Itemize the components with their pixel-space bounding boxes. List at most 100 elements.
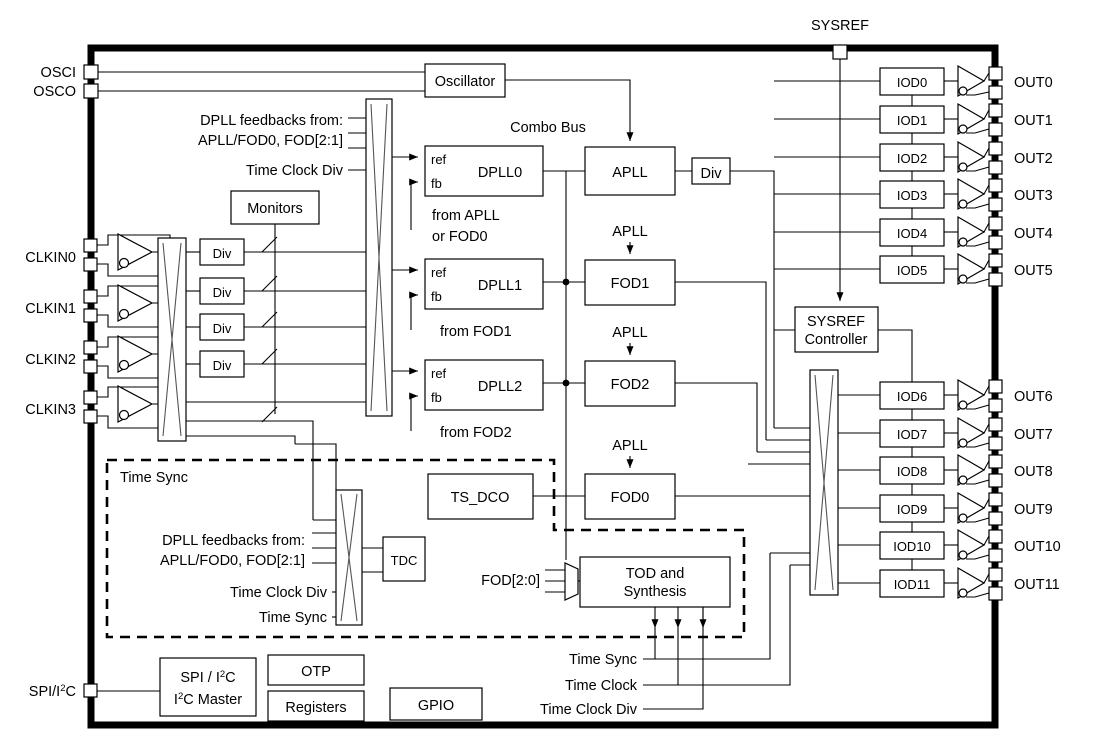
iod3-block[interactable]: IOD3 bbox=[879, 180, 945, 209]
pin-pad-out9-n[interactable] bbox=[988, 511, 1003, 526]
pin-pad-clkin2-p[interactable] bbox=[83, 340, 98, 355]
pin-pad-out9-p[interactable] bbox=[988, 492, 1003, 507]
iod2-block[interactable]: IOD2 bbox=[879, 143, 945, 172]
clkin-crossbar[interactable] bbox=[157, 237, 187, 442]
pin-label-sysref: SYSREF bbox=[811, 18, 869, 34]
output-buffer-10[interactable] bbox=[944, 528, 990, 562]
apll-block[interactable]: APLL bbox=[584, 146, 676, 196]
div-block-2[interactable]: Div bbox=[199, 313, 245, 341]
pin-pad-out4-p[interactable] bbox=[988, 216, 1003, 231]
div-block-1[interactable]: Div bbox=[199, 277, 245, 305]
apll-div-block[interactable]: Div bbox=[691, 157, 731, 185]
pin-pad-out2-n[interactable] bbox=[988, 160, 1003, 175]
output-buffer-0[interactable] bbox=[944, 64, 990, 98]
pin-pad-out8-p[interactable] bbox=[988, 454, 1003, 469]
pin-pad-out2-p[interactable] bbox=[988, 141, 1003, 156]
gpio-label: GPIO bbox=[418, 698, 454, 714]
pin-pad-out5-n[interactable] bbox=[988, 272, 1003, 287]
tod-synthesis-block[interactable]: TOD and Synthesis bbox=[579, 556, 731, 608]
pin-pad-out3-n[interactable] bbox=[988, 197, 1003, 212]
pin-pad-clkin1-n[interactable] bbox=[83, 308, 98, 323]
pin-pad-clkin0-p[interactable] bbox=[83, 238, 98, 253]
iod5-block[interactable]: IOD5 bbox=[879, 255, 945, 284]
fod0-block[interactable]: FOD0 bbox=[584, 473, 676, 520]
iod9-block[interactable]: IOD9 bbox=[879, 494, 945, 523]
ts-dco-block[interactable]: TS_DCO bbox=[427, 473, 534, 520]
div-block-0[interactable]: Div bbox=[199, 238, 245, 266]
pin-pad-out11-p[interactable] bbox=[988, 567, 1003, 582]
pin-pad-out8-n[interactable] bbox=[988, 473, 1003, 488]
iod1-block[interactable]: IOD1 bbox=[879, 105, 945, 134]
pin-pad-clkin2-n[interactable] bbox=[83, 359, 98, 374]
pin-pad-spi-i2c[interactable] bbox=[83, 683, 98, 698]
output-buffer-2[interactable] bbox=[944, 140, 990, 174]
right-pins: OUT0 OUT1 OUT2 OUT3 OUT4 OUT5 OUT6 OUT7 … bbox=[988, 66, 1061, 601]
pin-pad-osci[interactable] bbox=[83, 64, 99, 80]
pin-pad-out0-p[interactable] bbox=[988, 66, 1003, 81]
output-buffer-9[interactable] bbox=[944, 491, 990, 525]
iod4-label: IOD4 bbox=[897, 226, 927, 241]
output-crossbar[interactable] bbox=[809, 369, 839, 596]
pin-pad-out1-n[interactable] bbox=[988, 122, 1003, 137]
div-block-3[interactable]: Div bbox=[199, 350, 245, 378]
output-buffer-3[interactable] bbox=[944, 177, 990, 211]
pin-pad-out1-p[interactable] bbox=[988, 103, 1003, 118]
monitors-block[interactable]: Monitors bbox=[230, 190, 320, 225]
iod6-block[interactable]: IOD6 bbox=[879, 381, 945, 410]
tdc-block[interactable]: TDC bbox=[382, 536, 426, 582]
registers-block[interactable]: Registers bbox=[267, 690, 365, 722]
dpll0-caption-line1: from APLL bbox=[432, 208, 500, 224]
gpio-block[interactable]: GPIO bbox=[389, 687, 483, 721]
pin-label-out7: OUT7 bbox=[1014, 427, 1053, 443]
iod8-block[interactable]: IOD8 bbox=[879, 456, 945, 485]
pin-pad-out0-n[interactable] bbox=[988, 85, 1003, 100]
pin-pad-clkin3-p[interactable] bbox=[83, 390, 98, 405]
iod10-block[interactable]: IOD10 bbox=[879, 531, 945, 560]
dpll1-block[interactable]: ref fb DPLL1 bbox=[424, 258, 544, 310]
crossbar-left-inputs bbox=[330, 251, 366, 403]
pin-pad-osco[interactable] bbox=[83, 83, 99, 99]
dpll0-block[interactable]: ref fb DPLL0 bbox=[424, 145, 544, 197]
pin-pad-out7-n[interactable] bbox=[988, 436, 1003, 451]
output-buffer-5[interactable] bbox=[944, 252, 990, 286]
iod1-label: IOD1 bbox=[897, 113, 927, 128]
pin-pad-out10-p[interactable] bbox=[988, 529, 1003, 544]
oscillator-block[interactable]: Oscillator bbox=[98, 63, 506, 98]
output-buffer-1[interactable] bbox=[944, 102, 990, 136]
fod1-block[interactable]: FOD1 bbox=[584, 259, 676, 306]
pin-pad-clkin1-p[interactable] bbox=[83, 289, 98, 304]
pin-pad-out3-p[interactable] bbox=[988, 178, 1003, 193]
dpll2-block[interactable]: ref fb DPLL2 bbox=[424, 359, 544, 411]
pin-pad-clkin3-n[interactable] bbox=[83, 409, 98, 424]
fod-mux[interactable] bbox=[545, 562, 580, 601]
wire-ts-xbar-in-a bbox=[295, 443, 337, 490]
pin-pad-sysref[interactable] bbox=[832, 44, 848, 60]
pin-pad-out6-p[interactable] bbox=[988, 379, 1003, 394]
pin-label-clkin2: CLKIN2 bbox=[25, 352, 76, 368]
pin-pad-out11-n[interactable] bbox=[988, 586, 1003, 601]
spi-i2c-block[interactable]: SPI / I2C I2C Master bbox=[159, 657, 257, 717]
pin-pad-out7-p[interactable] bbox=[988, 417, 1003, 432]
iod11-block[interactable]: IOD11 bbox=[879, 569, 945, 598]
spi-i2c-line2: I2C Master bbox=[174, 691, 242, 708]
time-sync-crossbar[interactable] bbox=[335, 489, 363, 626]
top-feedback-annotations: DPLL feedbacks from: APLL/FOD0, FOD[2:1]… bbox=[198, 113, 366, 179]
otp-block[interactable]: OTP bbox=[267, 654, 365, 686]
output-buffer-11[interactable] bbox=[944, 566, 990, 600]
iod0-block[interactable]: IOD0 bbox=[879, 67, 945, 96]
fod2-block[interactable]: FOD2 bbox=[584, 360, 676, 407]
pin-pad-out5-p[interactable] bbox=[988, 253, 1003, 268]
output-buffer-4[interactable] bbox=[944, 215, 990, 249]
output-buffer-6[interactable] bbox=[944, 378, 990, 412]
iod4-block[interactable]: IOD4 bbox=[879, 218, 945, 247]
pin-pad-clkin0-n[interactable] bbox=[83, 257, 98, 272]
output-buffer-8[interactable] bbox=[944, 453, 990, 487]
sysref-controller-block[interactable]: SYSREF Controller bbox=[794, 306, 879, 353]
div2-label: Div bbox=[213, 321, 232, 336]
pin-pad-out4-n[interactable] bbox=[988, 235, 1003, 250]
output-buffer-7[interactable] bbox=[944, 416, 990, 450]
iod7-block[interactable]: IOD7 bbox=[879, 419, 945, 448]
dpll-input-crossbar[interactable] bbox=[365, 98, 393, 417]
pin-pad-out10-n[interactable] bbox=[988, 548, 1003, 563]
pin-pad-out6-n[interactable] bbox=[988, 398, 1003, 413]
